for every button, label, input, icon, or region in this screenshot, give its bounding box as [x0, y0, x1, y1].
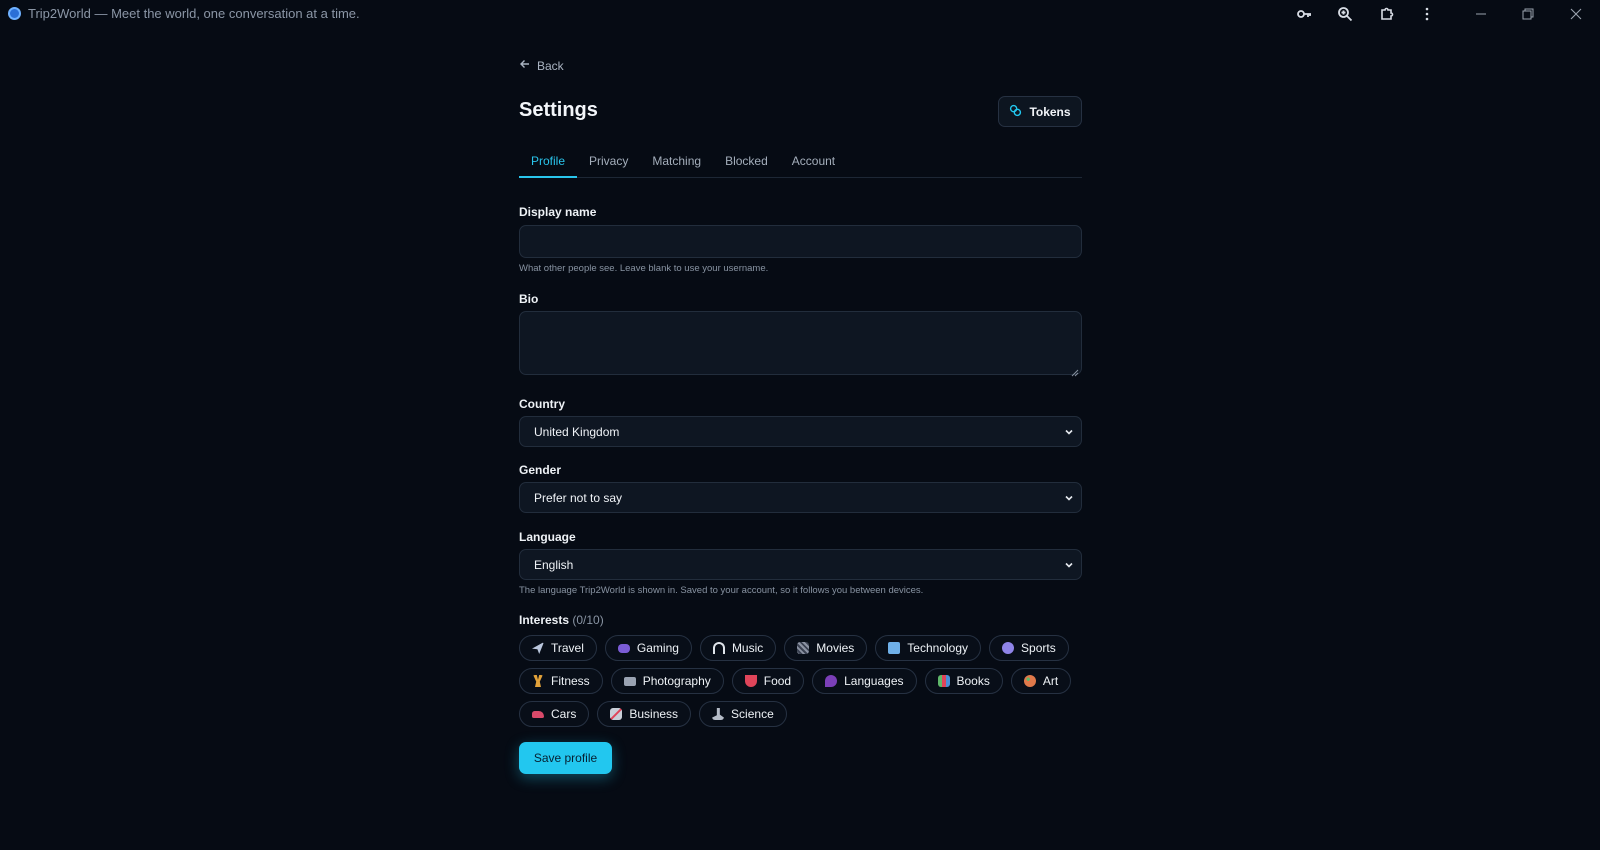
language-select[interactable]: English [519, 549, 1082, 580]
interest-chip-photography[interactable]: Photography [610, 668, 724, 694]
restore-icon[interactable] [1517, 3, 1539, 25]
page-title: Settings [519, 99, 598, 121]
close-icon[interactable] [1565, 3, 1587, 25]
chip-label: Food [763, 674, 792, 688]
tab-matching[interactable]: Matching [640, 148, 713, 178]
arrow-left-icon [519, 58, 531, 73]
zoom-icon[interactable] [1334, 3, 1356, 25]
chip-label: Technology [907, 641, 969, 655]
tab-profile[interactable]: Profile [519, 148, 578, 178]
extensions-icon[interactable] [1376, 3, 1398, 25]
palette-icon [1023, 675, 1036, 687]
interest-chip-sports[interactable]: Sports [989, 635, 1069, 661]
interest-chip-movies[interactable]: Movies [784, 635, 868, 661]
interests-label: Interests (0/10) [519, 613, 604, 627]
gender-label: Gender [519, 463, 562, 477]
laptop-icon [888, 642, 901, 654]
save-profile-button[interactable]: Save profile [519, 742, 612, 774]
interests-chips: Travel Gaming Music Movies Technology Sp… [519, 635, 1082, 734]
interest-chip-books[interactable]: Books [924, 668, 1003, 694]
chart-icon [610, 708, 623, 720]
interests-title: Interests [519, 613, 570, 627]
country-select[interactable]: United Kingdom [519, 416, 1082, 447]
chip-label: Languages [844, 674, 904, 688]
chip-label: Business [629, 707, 679, 721]
gamepad-icon [617, 643, 630, 653]
food-icon [744, 675, 757, 687]
interest-chip-travel[interactable]: Travel [519, 635, 597, 661]
window-title: Trip2World — Meet the world, one convers… [28, 6, 360, 21]
gender-value: Prefer not to say [534, 490, 623, 505]
title-bar: Trip2World — Meet the world, one convers… [0, 0, 1600, 28]
chip-label: Movies [816, 641, 855, 655]
back-label: Back [537, 58, 564, 73]
tab-blocked[interactable]: Blocked [713, 148, 780, 178]
interest-chip-music[interactable]: Music [699, 635, 777, 661]
interest-chip-business[interactable]: Business [597, 701, 692, 727]
key-icon[interactable] [1293, 3, 1315, 25]
speech-icon [825, 675, 838, 687]
headphones-icon [712, 642, 725, 654]
display-name-label: Display name [519, 205, 597, 219]
more-menu-icon[interactable] [1416, 3, 1438, 25]
display-name-hint: What other people see. Leave blank to us… [519, 263, 769, 274]
chip-label: Sports [1021, 641, 1056, 655]
resize-grip-icon[interactable] [1071, 364, 1079, 377]
back-link[interactable]: Back [519, 58, 564, 73]
camera-icon [623, 676, 636, 686]
interest-chip-science[interactable]: Science [699, 701, 787, 727]
interest-chip-cars[interactable]: Cars [519, 701, 590, 727]
ball-icon [1002, 642, 1015, 654]
language-hint: The language Trip2World is shown in. Sav… [519, 585, 924, 596]
chevron-down-icon [1063, 559, 1075, 571]
interest-chip-fitness[interactable]: Fitness [519, 668, 603, 694]
interests-count: (0/10) [572, 613, 604, 627]
chip-label: Photography [642, 674, 711, 688]
bio-textarea[interactable] [519, 311, 1082, 377]
tab-privacy[interactable]: Privacy [577, 148, 640, 178]
interest-chip-gaming[interactable]: Gaming [604, 635, 692, 661]
interest-chip-food[interactable]: Food [731, 668, 805, 694]
chip-row: Fitness Photography Food Languages Books… [519, 668, 1082, 694]
chip-label: Travel [551, 641, 584, 655]
clapperboard-icon [797, 642, 810, 654]
chip-row: Cars Business Science [519, 701, 1082, 727]
microscope-icon [712, 708, 725, 720]
interest-chip-art[interactable]: Art [1010, 668, 1072, 694]
tokens-label: Tokens [1029, 104, 1071, 119]
airplane-icon [532, 642, 544, 654]
chip-label: Cars [551, 707, 577, 721]
weightlifter-icon [533, 675, 543, 687]
chevron-down-icon [1063, 426, 1075, 438]
tab-account[interactable]: Account [780, 148, 847, 178]
display-name-input[interactable] [519, 225, 1082, 258]
chip-label: Gaming [636, 641, 679, 655]
chip-label: Science [731, 707, 774, 721]
books-icon [937, 675, 950, 687]
country-value: United Kingdom [534, 424, 620, 439]
interest-chip-technology[interactable]: Technology [875, 635, 982, 661]
gender-select[interactable]: Prefer not to say [519, 482, 1082, 513]
chip-label: Music [731, 641, 764, 655]
app-logo [8, 7, 21, 20]
car-icon [532, 710, 544, 718]
chip-label: Fitness [551, 674, 590, 688]
chevron-down-icon [1063, 492, 1075, 504]
minimize-icon[interactable] [1470, 3, 1492, 25]
chip-label: Art [1042, 674, 1059, 688]
tokens-button[interactable]: Tokens [998, 96, 1082, 127]
language-label: Language [519, 530, 576, 544]
language-value: English [534, 557, 574, 572]
interest-chip-languages[interactable]: Languages [812, 668, 917, 694]
tokens-icon [1009, 104, 1022, 120]
settings-tabs: Profile Privacy Matching Blocked Account [519, 148, 1082, 178]
chip-row: Travel Gaming Music Movies Technology Sp… [519, 635, 1082, 661]
country-label: Country [519, 397, 565, 411]
bio-label: Bio [519, 292, 539, 306]
chip-label: Books [956, 674, 990, 688]
